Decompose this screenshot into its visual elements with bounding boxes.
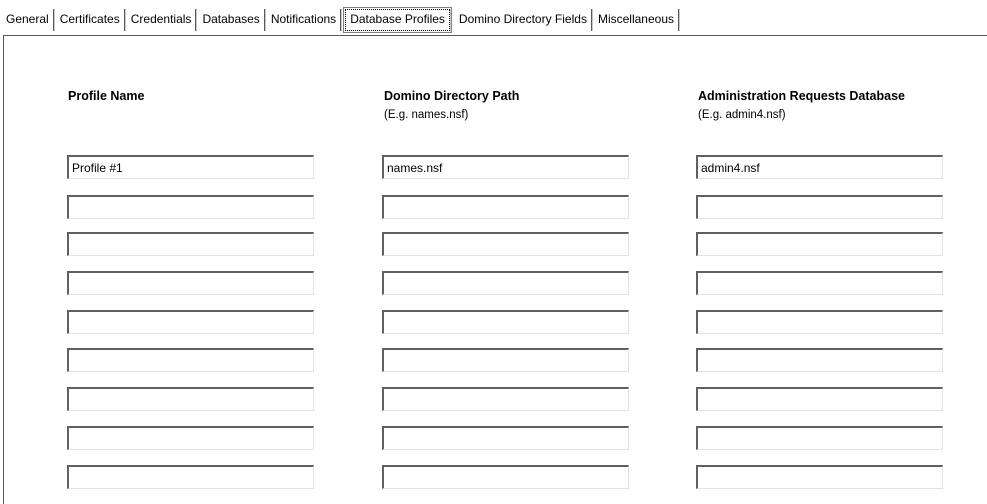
profile-name-input-4[interactable] — [67, 271, 314, 295]
directory-path-input-3[interactable] — [382, 232, 629, 256]
admin-requests-input-2[interactable] — [696, 195, 943, 219]
tab-databases[interactable]: Databases — [198, 9, 265, 31]
admin-requests-input-7[interactable] — [696, 387, 943, 411]
admin-requests-hint: (E.g. admin4.nsf) — [698, 109, 786, 121]
tab-certificates[interactable]: Certificates — [56, 9, 125, 31]
directory-path-input-1[interactable] — [382, 155, 629, 179]
profile-name-input-6[interactable] — [67, 348, 314, 372]
profile-name-input-1[interactable] — [67, 155, 314, 179]
directory-path-input-6[interactable] — [382, 348, 629, 372]
profile-name-input-3[interactable] — [67, 232, 314, 256]
directory-path-hint: (E.g. names.nsf) — [384, 109, 469, 121]
directory-path-input-4[interactable] — [382, 271, 629, 295]
tab-domino-directory-fields[interactable]: Domino Directory Fields — [455, 9, 592, 31]
tab-miscellaneous[interactable]: Miscellaneous — [594, 9, 679, 31]
directory-path-input-9[interactable] — [382, 465, 629, 489]
admin-requests-header: Administration Requests Database — [698, 89, 905, 103]
profile-name-input-2[interactable] — [67, 195, 314, 219]
directory-path-input-7[interactable] — [382, 387, 629, 411]
admin-requests-input-1[interactable] — [696, 155, 943, 179]
admin-requests-input-8[interactable] — [696, 426, 943, 450]
tab-general[interactable]: General — [2, 9, 54, 31]
profile-name-input-9[interactable] — [67, 465, 314, 489]
tab-notifications[interactable]: Notifications — [267, 9, 342, 31]
profile-name-input-8[interactable] — [67, 426, 314, 450]
admin-requests-input-6[interactable] — [696, 348, 943, 372]
tab-strip: General Certificates Credentials Databas… — [2, 7, 681, 33]
admin-requests-input-3[interactable] — [696, 232, 943, 256]
admin-requests-input-4[interactable] — [696, 271, 943, 295]
profile-name-input-5[interactable] — [67, 310, 314, 334]
directory-path-input-2[interactable] — [382, 195, 629, 219]
admin-requests-input-5[interactable] — [696, 310, 943, 334]
admin-requests-input-9[interactable] — [696, 465, 943, 489]
tab-database-profiles[interactable]: Database Profiles — [343, 7, 452, 33]
directory-path-input-5[interactable] — [382, 310, 629, 334]
tab-credentials[interactable]: Credentials — [127, 9, 197, 31]
tab-bar: General Certificates Credentials Databas… — [0, 0, 987, 36]
directory-path-input-8[interactable] — [382, 426, 629, 450]
profile-name-input-7[interactable] — [67, 387, 314, 411]
profile-name-header: Profile Name — [68, 89, 145, 103]
directory-path-header: Domino Directory Path — [384, 89, 520, 103]
